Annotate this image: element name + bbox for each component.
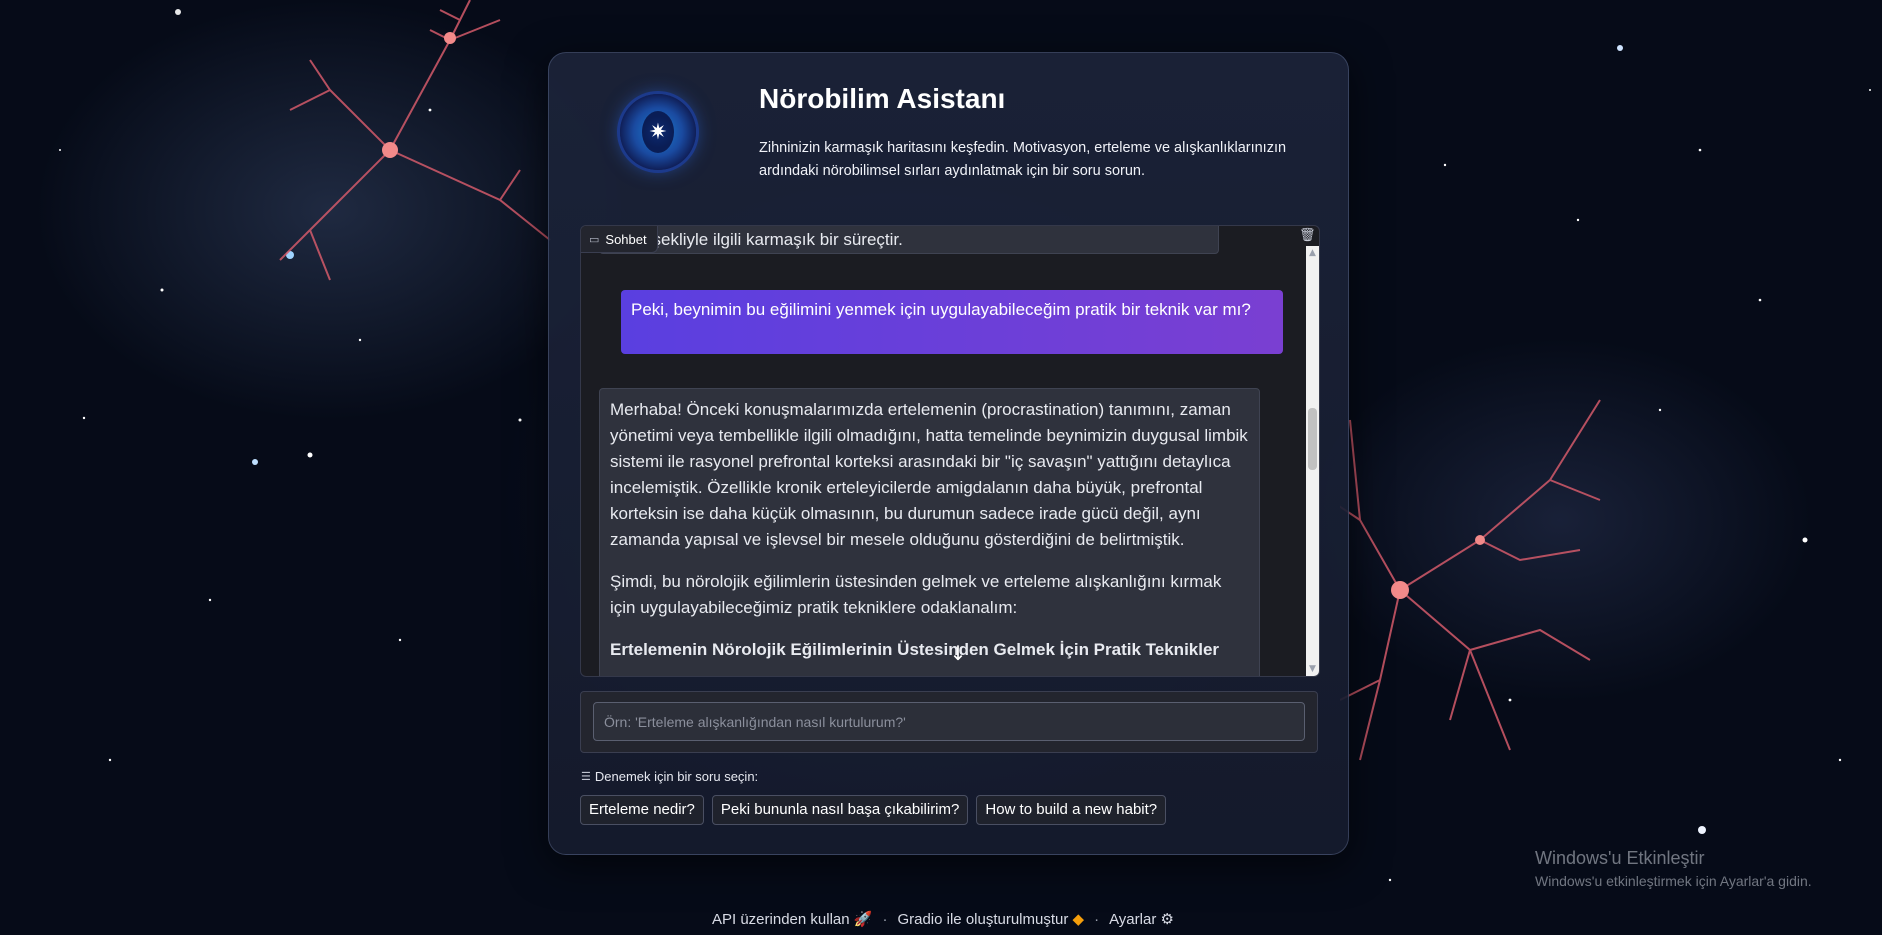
question-input-container [580,691,1318,753]
settings-link[interactable]: Ayarlar ⚙ [1109,910,1174,928]
chatbot-label-text: Sohbet [605,231,647,247]
assistant-message-partial: ...ma şekliyle ilgili karmaşık bir süreç… [599,226,1219,254]
chat-bubble-icon: ▭ [589,233,600,246]
examples-label: ☰ Denemek için bir soru seçin: [581,769,758,784]
assistant-message: Merhaba! Önceki konuşmalarımızda ertelem… [599,388,1260,676]
example-button[interactable]: How to build a new habit? [976,795,1167,825]
question-input[interactable] [593,702,1305,741]
chatbot-label: ▭ Sohbet [581,226,658,253]
api-link[interactable]: API üzerinden kullan 🚀 [712,910,872,928]
windows-activation-watermark: Windows'u Etkinleştir Windows'u etkinleş… [1535,848,1812,889]
footer-separator: · [882,910,888,928]
scroll-to-bottom-arrow-icon[interactable]: ↓ [945,640,971,666]
windows-activation-heading: Windows'u Etkinleştir [1535,848,1705,868]
main-panel: ✷ Nörobilim Asistanı Zihninizin karmaşık… [548,52,1349,855]
clear-chat-trash-icon[interactable]: 🗑 [1299,228,1316,244]
footer: API üzerinden kullan 🚀 · Gradio ile oluş… [712,910,1174,929]
assistant-heading: Ertelemenin Nörolojik Eğilimlerinin Üste… [610,640,1220,659]
neuron-illustration-right [1340,399,1601,761]
gear-icon: ⚙ [1160,911,1174,928]
chat-scrollbar[interactable]: ▲ ▼ [1306,246,1319,676]
example-button[interactable]: Erteleme nedir? [580,795,704,825]
page-subtitle: Zihninizin karmaşık haritasını keşfedin.… [759,140,1287,179]
neuron-illustration-left [279,0,551,281]
example-button[interactable]: Peki bununla nasıl başa çıkabilirim? [711,795,969,825]
scroll-down-arrow-icon[interactable]: ▼ [1308,664,1317,674]
chat-scrollbar-thumb[interactable] [1308,408,1317,470]
chatbot-window[interactable]: ▭ Sohbet 🗑 ▲ ▼ ...ma şekliyle ilgili kar… [580,225,1320,677]
list-icon: ☰ [581,771,591,783]
page-title: Nörobilim Asistanı [759,83,1006,114]
user-message: Peki, beynimin bu eğilimini yenmek için … [621,290,1283,354]
rocket-icon: 🚀 [853,911,873,928]
assistant-paragraph: Merhaba! Önceki konuşmalarımızda ertelem… [610,400,1248,549]
scroll-up-arrow-icon[interactable]: ▲ [1308,248,1317,258]
gradio-link[interactable]: Gradio ile oluşturulmuştur ◆ [897,910,1084,928]
gradio-logo-icon: ◆ [1072,911,1085,928]
examples-list: Erteleme nedir? Peki bununla nasıl başa … [580,795,1167,825]
examples-label-text: Denemek için bir soru seçin: [594,769,759,784]
windows-activation-subtext: Windows'u etkinleştirmek için Ayarlar'a … [1535,873,1812,889]
app-logo: ✷ [620,94,696,170]
brain-star-icon: ✷ [642,111,674,153]
footer-separator: · [1094,910,1100,928]
assistant-paragraph: Şimdi, bu nörolojik eğilimlerin üstesind… [610,572,1222,617]
